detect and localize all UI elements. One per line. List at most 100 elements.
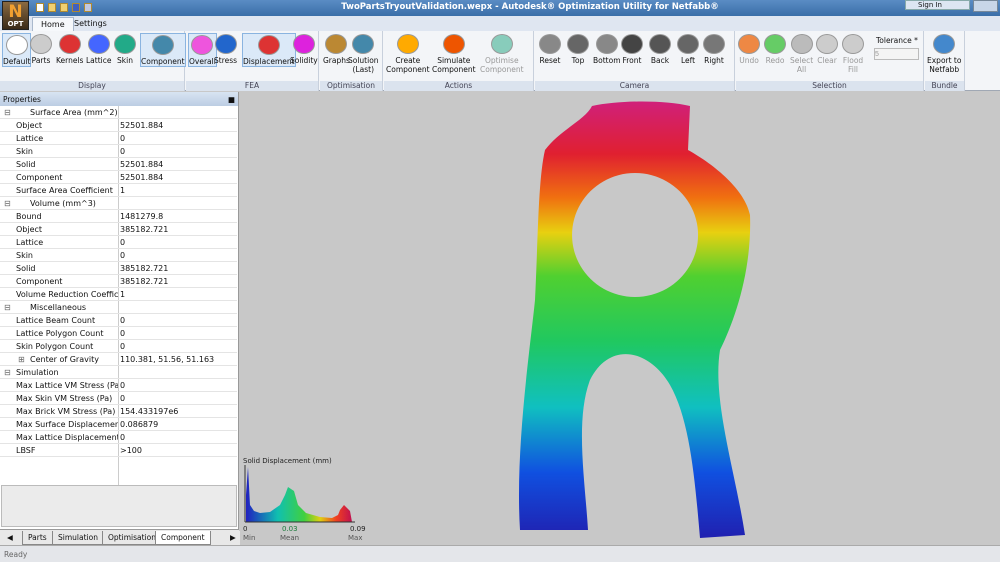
group-display: Default Parts Kernels Lattice Skin Component D…: [0, 31, 186, 91]
group-actions: Create Component Simulate Component Optimi…: [384, 31, 534, 91]
redo-button[interactable]: Redo: [764, 33, 786, 65]
tab-optimisation[interactable]: Optimisation: [102, 531, 162, 545]
reset-label: Reset: [539, 56, 561, 65]
collapse-icon[interactable]: ⊟: [4, 197, 11, 210]
properties-header: Properties ■: [0, 92, 238, 106]
open-folder-icon[interactable]: [60, 3, 68, 12]
property-row[interactable]: Bound 1481279.8: [0, 210, 237, 223]
property-row[interactable]: Volume Reduction Coeffic... 1: [0, 288, 237, 301]
property-value: 0: [120, 316, 126, 325]
kernels-button[interactable]: Kernels: [56, 33, 83, 65]
group-camera: Reset Top Bottom Front Back Left Right Camera: [535, 31, 735, 91]
property-row[interactable]: Surface Area Coefficient 1: [0, 184, 237, 197]
left-button[interactable]: Left: [677, 33, 699, 65]
property-row[interactable]: Skin 0: [0, 145, 237, 158]
property-name: Skin: [16, 147, 34, 156]
property-category[interactable]: ⊟ Surface Area (mm^2): [0, 106, 237, 119]
property-row[interactable]: Component 385182.721: [0, 275, 237, 288]
property-row[interactable]: Skin Polygon Count 0: [0, 340, 237, 353]
expand-icon[interactable]: ⊞: [18, 353, 25, 366]
solidity-button[interactable]: Solidity: [290, 33, 318, 65]
property-row[interactable]: Max Lattice VM Stress (Pa) 0: [0, 379, 237, 392]
app-menu-button[interactable]: N OPT: [2, 1, 29, 30]
collapse-icon[interactable]: ⊟: [4, 366, 11, 379]
property-category[interactable]: ⊟ Simulation: [0, 366, 237, 379]
optimise-component-button[interactable]: Optimise Component: [480, 33, 524, 74]
property-row[interactable]: Solid 52501.884: [0, 158, 237, 171]
property-row[interactable]: Max Lattice Displacement... 0: [0, 431, 237, 444]
property-row[interactable]: Object 52501.884: [0, 119, 237, 132]
parts-button[interactable]: Parts: [30, 33, 52, 65]
clear-button[interactable]: Clear: [816, 33, 838, 65]
reset-button[interactable]: Reset: [539, 33, 561, 65]
property-row[interactable]: Lattice Beam Count 0: [0, 314, 237, 327]
scroll-right-icon[interactable]: ▶: [225, 531, 241, 545]
part-model[interactable]: [518, 101, 751, 539]
graphs-button[interactable]: Graphs: [323, 33, 350, 65]
property-row[interactable]: Lattice 0: [0, 132, 237, 145]
property-name: Volume (mm^3): [30, 199, 96, 208]
group-bundle: Export to Netfabb Bundle: [925, 31, 965, 91]
collapse-icon[interactable]: ⊟: [4, 301, 11, 314]
undo-button[interactable]: Undo: [738, 33, 760, 65]
tab-parts[interactable]: Parts: [22, 531, 53, 545]
property-row[interactable]: Solid 385182.721: [0, 262, 237, 275]
property-row[interactable]: Component 52501.884: [0, 171, 237, 184]
select-all-button[interactable]: Select All: [790, 33, 813, 74]
open-folder-icon[interactable]: [48, 3, 56, 12]
tab-settings[interactable]: Settings: [66, 17, 115, 31]
property-row[interactable]: Object 385182.721: [0, 223, 237, 236]
top-button[interactable]: Top: [567, 33, 589, 65]
pin-icon[interactable]: ■: [228, 95, 235, 104]
displacement-button[interactable]: Displacement: [242, 33, 296, 67]
property-row[interactable]: Max Skin VM Stress (Pa) 0: [0, 392, 237, 405]
overall-button[interactable]: Overall: [188, 33, 217, 67]
save-icon[interactable]: [72, 3, 80, 12]
property-row[interactable]: Skin 0: [0, 249, 237, 262]
undo-icon: [738, 34, 760, 54]
property-row[interactable]: ⊞ Center of Gravity 110.381, 51.56, 51.163: [0, 353, 237, 366]
lattice-button[interactable]: Lattice: [86, 33, 111, 65]
property-value: 0: [120, 342, 126, 351]
solution-last-button[interactable]: Solution (Last): [348, 33, 379, 74]
right-label: Right: [704, 56, 724, 65]
property-row[interactable]: LBSF >100: [0, 444, 237, 457]
app-logo-sub: OPT: [7, 20, 24, 28]
back-button[interactable]: Back: [649, 33, 671, 65]
create-component-button[interactable]: Create Component: [386, 33, 430, 74]
property-row[interactable]: Max Brick VM Stress (Pa) 154.433197e6: [0, 405, 237, 418]
flood-fill-button[interactable]: Flood Fill: [842, 33, 864, 74]
solidity-icon: [292, 34, 315, 54]
right-button[interactable]: Right: [703, 33, 725, 65]
default-button[interactable]: Default: [2, 33, 32, 67]
left-label: Left: [680, 56, 696, 65]
3d-viewport[interactable]: Solid Displacement (mm) 0 0.03 0.09 Min …: [240, 92, 1000, 545]
bottom-button[interactable]: Bottom: [593, 33, 621, 65]
property-category[interactable]: ⊟ Miscellaneous: [0, 301, 237, 314]
stress-button[interactable]: Stress: [214, 33, 237, 65]
component-button[interactable]: Component: [140, 33, 186, 67]
tab-component[interactable]: Component: [155, 531, 211, 545]
property-value: 0: [120, 433, 126, 442]
front-button[interactable]: Front: [621, 33, 643, 65]
displacement-histogram: [246, 467, 352, 522]
tab-simulation[interactable]: Simulation: [52, 531, 104, 545]
overall-icon: [191, 35, 214, 55]
property-row[interactable]: Max Surface Displacemen... 0.086879: [0, 418, 237, 431]
parts-label: Parts: [31, 56, 51, 65]
minimize-button[interactable]: [973, 0, 998, 12]
skin-button[interactable]: Skin: [114, 33, 136, 65]
simulate-component-button[interactable]: Simulate Component: [432, 33, 476, 74]
back-label: Back: [650, 56, 670, 65]
collapse-icon[interactable]: ⊟: [4, 106, 11, 119]
tolerance-input[interactable]: [874, 48, 919, 60]
export-icon[interactable]: [84, 3, 92, 12]
sign-in-button[interactable]: Sign In: [905, 0, 970, 10]
graphs-label: Graphs: [323, 56, 350, 65]
scroll-left-icon[interactable]: ◀: [2, 531, 18, 545]
property-row[interactable]: Lattice Polygon Count 0: [0, 327, 237, 340]
new-file-icon[interactable]: [36, 3, 44, 12]
property-row[interactable]: Lattice 0: [0, 236, 237, 249]
property-category[interactable]: ⊟ Volume (mm^3): [0, 197, 237, 210]
export-to-netfabb-button[interactable]: Export to Netfabb: [927, 33, 961, 74]
